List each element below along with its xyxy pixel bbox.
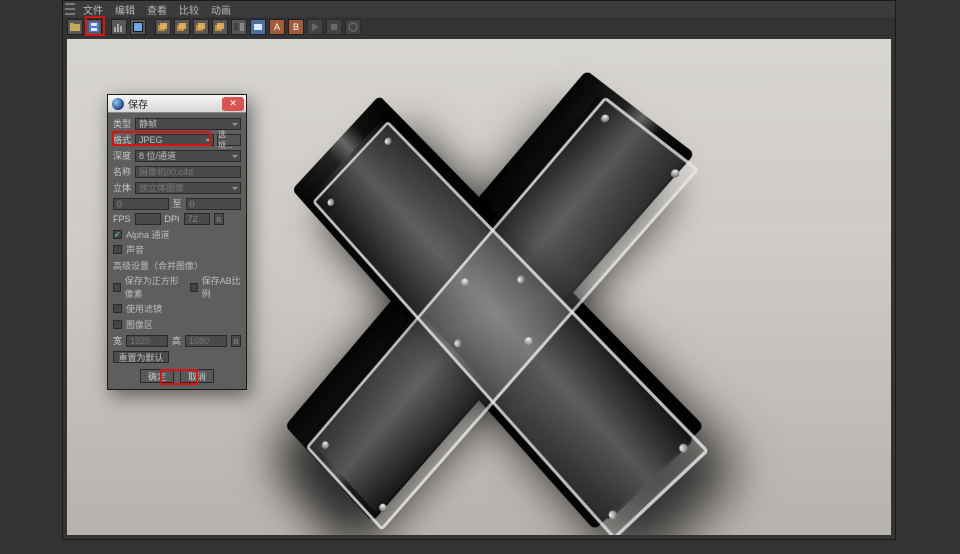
- menu-view[interactable]: 查看: [141, 2, 173, 17]
- icc-checkbox[interactable]: [113, 304, 122, 313]
- dialog-title: 保存: [128, 96, 222, 111]
- height-field[interactable]: 1080: [185, 335, 227, 347]
- dim-stepper[interactable]: a: [231, 335, 241, 347]
- alpha-label: Alpha 通道: [126, 228, 170, 241]
- fps-field[interactable]: [135, 213, 161, 225]
- app-icon: [112, 98, 124, 110]
- close-icon[interactable]: ✕: [222, 97, 244, 111]
- menu-compare[interactable]: 比较: [173, 2, 205, 17]
- format-dropdown[interactable]: JPEG: [135, 134, 214, 146]
- tb-layer1-icon[interactable]: [155, 19, 171, 35]
- toolbar: A B: [63, 17, 895, 37]
- name-field[interactable]: 摄像机00.c4d: [135, 166, 241, 178]
- svg-text:B: B: [293, 22, 299, 32]
- label-fps: FPS: [113, 214, 131, 224]
- dim-x: 高: [172, 334, 181, 347]
- tb-histogram-icon[interactable]: [111, 19, 127, 35]
- reset-button[interactable]: 重置为默认: [113, 351, 169, 363]
- rendered-x-object: [287, 71, 702, 519]
- save-dialog: 保存 ✕ 类型 静帧 格式 JPEG 选项... 深度 8 位/通道 名称 摄像…: [107, 94, 247, 390]
- range-from-field[interactable]: 0: [113, 198, 169, 210]
- tb-stop-icon[interactable]: [326, 19, 342, 35]
- ratio-label: 保存AB比例: [202, 274, 241, 300]
- alpha-checkbox[interactable]: ✓: [113, 230, 122, 239]
- dpi-field[interactable]: 72: [184, 213, 210, 225]
- range-to-label: 至: [173, 197, 182, 210]
- menu-edit[interactable]: 编辑: [109, 2, 141, 17]
- depth-dropdown[interactable]: 8 位/通道: [135, 150, 241, 162]
- dim-label: 宽: [113, 334, 122, 347]
- range-to-field[interactable]: 0: [186, 198, 242, 210]
- square-label: 保存为正方形像素: [125, 274, 184, 300]
- dialog-titlebar[interactable]: 保存 ✕: [108, 95, 246, 113]
- dialog-body: 类型 静帧 格式 JPEG 选项... 深度 8 位/通道 名称 摄像机00.c…: [108, 113, 246, 389]
- menu-file[interactable]: 文件: [77, 2, 109, 17]
- cube-dropdown[interactable]: 放立体图像: [135, 182, 241, 194]
- format-options-button[interactable]: 选项...: [217, 134, 241, 146]
- tb-play-icon[interactable]: [307, 19, 323, 35]
- dpi-stepper[interactable]: a: [214, 213, 224, 225]
- ok-button[interactable]: 确定: [140, 369, 174, 383]
- label-dpi: DPI: [165, 214, 180, 224]
- ratio-checkbox[interactable]: [190, 283, 198, 292]
- label-name: 名称: [113, 165, 135, 178]
- region-label: 图像区: [126, 318, 153, 331]
- tb-open-icon[interactable]: [67, 19, 83, 35]
- svg-text:A: A: [274, 22, 280, 32]
- square-checkbox[interactable]: [113, 283, 121, 292]
- label-type: 类型: [113, 117, 135, 130]
- width-field[interactable]: 1920: [126, 335, 168, 347]
- tb-b-icon[interactable]: B: [288, 19, 304, 35]
- tb-swatch-icon[interactable]: [130, 19, 146, 35]
- tb-layer3-icon[interactable]: [193, 19, 209, 35]
- tb-compare-icon[interactable]: [231, 19, 247, 35]
- label-cube: 立体: [113, 181, 135, 194]
- cancel-button[interactable]: 取消: [180, 369, 214, 383]
- expand-label: 高级设置（合并图像）: [113, 259, 203, 272]
- sound-checkbox[interactable]: [113, 245, 122, 254]
- tb-loop-icon[interactable]: [345, 19, 361, 35]
- sound-label: 声音: [126, 243, 144, 256]
- tb-a-icon[interactable]: A: [269, 19, 285, 35]
- tb-save-icon[interactable]: [86, 19, 102, 35]
- label-depth: 深度: [113, 149, 135, 162]
- menubar: 文件 编辑 查看 比较 动画: [63, 1, 895, 17]
- label-format: 格式: [113, 133, 135, 146]
- tb-blue-icon[interactable]: [250, 19, 266, 35]
- tb-layer4-icon[interactable]: [212, 19, 228, 35]
- icc-label: 使用滤镜: [126, 302, 162, 315]
- menu-anim[interactable]: 动画: [205, 2, 237, 17]
- tb-layer2-icon[interactable]: [174, 19, 190, 35]
- menu-handle-icon: [65, 2, 75, 16]
- region-checkbox[interactable]: [113, 320, 122, 329]
